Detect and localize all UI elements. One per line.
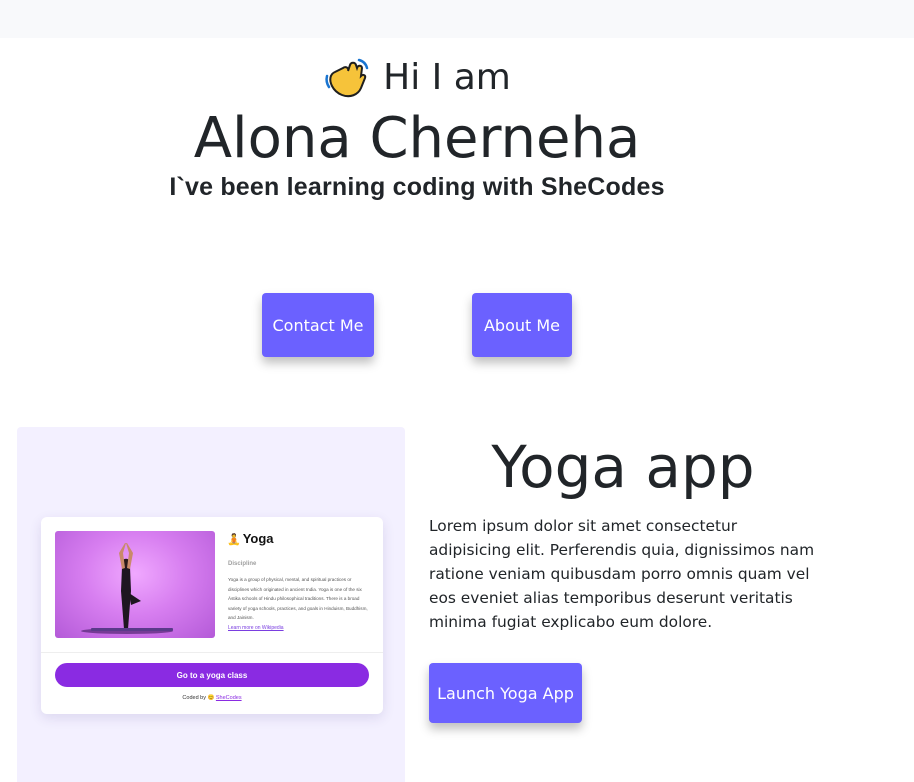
about-me-button[interactable]: About Me bbox=[472, 293, 572, 357]
project-title: Yoga app bbox=[491, 433, 755, 501]
waving-hand-icon bbox=[323, 56, 369, 100]
card-credit: Coded by 😊 SheCodes bbox=[41, 695, 383, 701]
yoga-pose-image bbox=[55, 531, 215, 638]
name-heading: Alona Cherneha bbox=[193, 106, 641, 171]
yoga-class-button[interactable]: Go to a yoga class bbox=[55, 663, 369, 687]
credit-prefix: Coded by bbox=[182, 695, 206, 701]
contact-me-button[interactable]: Contact Me bbox=[262, 293, 374, 357]
smile-icon: 😊 bbox=[207, 695, 215, 701]
project-description: Lorem ipsum dolor sit amet consectetur a… bbox=[429, 517, 815, 631]
card-title: 🧘 Yoga bbox=[227, 531, 274, 546]
shecodes-link[interactable]: SheCodes bbox=[216, 695, 242, 701]
greeting: Hi I am bbox=[0, 56, 834, 100]
card-description: Yoga is a group of physical, mental, and… bbox=[228, 577, 368, 621]
card-title-text: Yoga bbox=[242, 531, 274, 546]
launch-yoga-app-button[interactable]: Launch Yoga App bbox=[429, 663, 582, 723]
greeting-text: Hi I am bbox=[383, 57, 511, 98]
tagline: I`ve been learning coding with SheCodes bbox=[169, 173, 665, 201]
card-subtitle: Discipline bbox=[228, 561, 257, 567]
card-divider bbox=[41, 652, 383, 653]
wikipedia-link[interactable]: Learn more on Wikipedia bbox=[228, 625, 284, 631]
yoga-app-preview-card: 🧘 Yoga Discipline Yoga is a group of phys… bbox=[41, 517, 383, 714]
top-bar bbox=[0, 0, 914, 38]
meditation-icon: 🧘 bbox=[227, 534, 241, 546]
project-preview-panel: 🧘 Yoga Discipline Yoga is a group of phys… bbox=[17, 427, 405, 782]
